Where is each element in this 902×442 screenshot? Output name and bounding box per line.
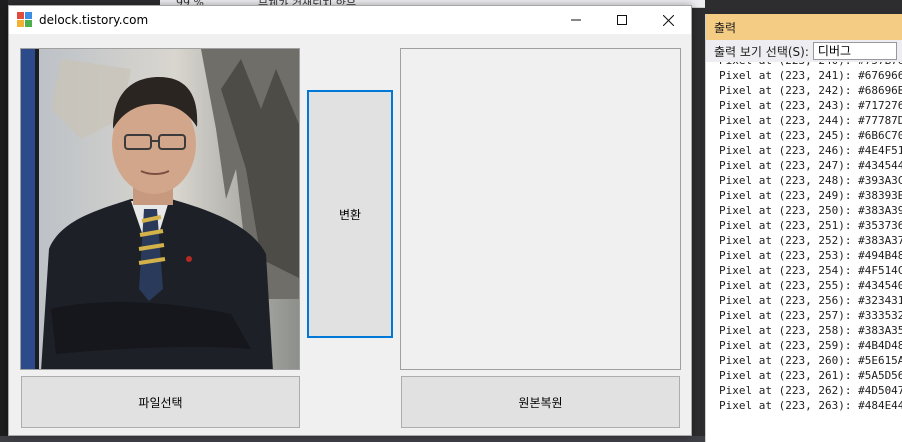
- output-log-line: Pixel at (223, 260): #5E615A: [719, 354, 902, 367]
- output-log-line: Pixel at (223, 249): #38393B: [719, 189, 902, 202]
- select-file-button[interactable]: 파일선택: [21, 376, 300, 428]
- output-log-line: Pixel at (223, 243): #717276: [719, 99, 902, 112]
- output-log-line: Pixel at (223, 257): #333532: [719, 309, 902, 322]
- output-log-line: Pixel at (223, 256): #323431: [719, 294, 902, 307]
- close-button[interactable]: [645, 6, 691, 34]
- app-icon: [17, 12, 33, 28]
- output-log-line: Pixel at (223, 262): #4D5047: [719, 384, 902, 397]
- app-window: delock.tistory.com 변환 파일선택 원본복원: [8, 5, 692, 436]
- restore-original-button[interactable]: 원본복원: [401, 376, 680, 428]
- source-picture-box: [20, 48, 300, 370]
- portrait-photo: [21, 49, 299, 369]
- output-log-line: Pixel at (223, 245): #6B6C70: [719, 129, 902, 142]
- window-title: delock.tistory.com: [39, 13, 149, 27]
- result-picture-box: [400, 48, 681, 370]
- title-bar[interactable]: delock.tistory.com: [9, 6, 691, 34]
- output-pane-title: 출력: [706, 14, 902, 40]
- show-output-label: 출력 보기 선택(S):: [714, 44, 809, 59]
- maximize-button[interactable]: [599, 6, 645, 34]
- output-log-line: Pixel at (223, 258): #383A35: [719, 324, 902, 337]
- output-log-line: Pixel at (223, 254): #4F514C: [719, 264, 902, 277]
- minimize-button[interactable]: [553, 6, 599, 34]
- output-pane: 출력 출력 보기 선택(S): 디버그 Pixel at (223, 240):…: [705, 14, 902, 442]
- ide-left-edge: [0, 0, 8, 442]
- close-icon: [662, 14, 674, 26]
- output-toolbar: 출력 보기 선택(S): 디버그: [706, 40, 902, 62]
- maximize-icon: [617, 15, 627, 25]
- output-log-line: Pixel at (223, 241): #676966: [719, 69, 902, 82]
- output-log-line: Pixel at (223, 259): #4B4D48: [719, 339, 902, 352]
- output-log-line: Pixel at (223, 251): #353736: [719, 219, 902, 232]
- output-log-line: Pixel at (223, 252): #383A37: [719, 234, 902, 247]
- output-log-line: Pixel at (223, 263): #484E44: [719, 399, 902, 412]
- output-log-line: Pixel at (223, 253): #494B48: [719, 249, 902, 262]
- output-log-line: Pixel at (223, 244): #77787D: [719, 114, 902, 127]
- output-log-line: Pixel at (223, 246): #4E4F51: [719, 144, 902, 157]
- convert-button[interactable]: 변환: [307, 90, 393, 338]
- show-output-select[interactable]: 디버그: [812, 42, 897, 60]
- ide-bottom-strip: [0, 436, 705, 442]
- output-log-line: Pixel at (223, 247): #434544: [719, 159, 902, 172]
- output-log-line: Pixel at (223, 261): #5A5D56: [719, 369, 902, 382]
- output-log-line: Pixel at (223, 255): #434540: [719, 279, 902, 292]
- output-log-line: Pixel at (223, 248): #393A3C: [719, 174, 902, 187]
- output-log-line: Pixel at (223, 242): #68696B: [719, 84, 902, 97]
- output-log-line: Pixel at (223, 250): #383A39: [719, 204, 902, 217]
- caption-buttons: [553, 6, 691, 34]
- minimize-icon: [571, 19, 581, 21]
- output-log[interactable]: Pixel at (223, 240): #757B76Pixel at (22…: [706, 62, 902, 442]
